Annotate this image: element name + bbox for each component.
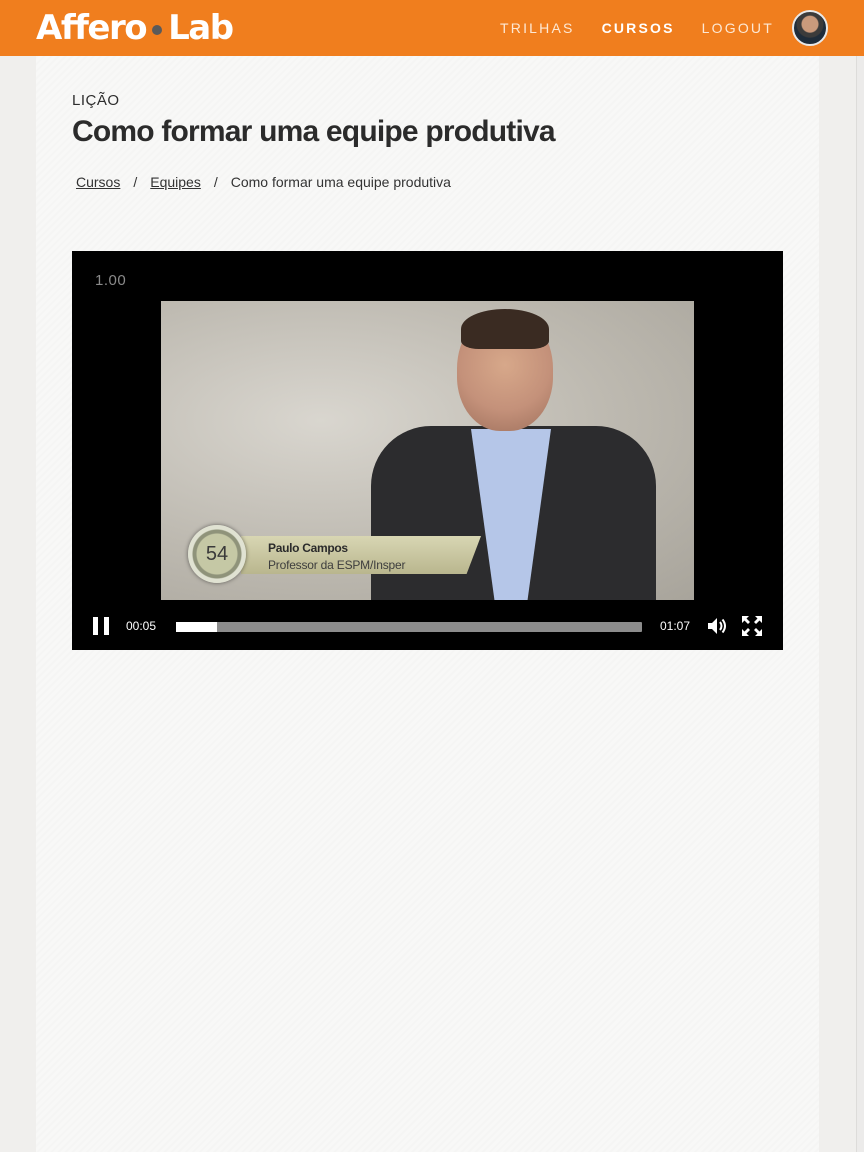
fullscreen-icon[interactable] bbox=[741, 615, 763, 637]
breadcrumb: Cursos / Equipes / Como formar uma equip… bbox=[76, 174, 451, 190]
page-title: Como formar uma equipe produtiva bbox=[72, 115, 556, 148]
video-player[interactable]: 1.00 54 Paulo Campos Professor da ESPM/I… bbox=[72, 251, 783, 650]
speaker-hair bbox=[461, 309, 549, 349]
breadcrumb-link-cursos[interactable]: Cursos bbox=[76, 174, 120, 190]
total-time: 01:07 bbox=[660, 619, 691, 633]
pause-icon[interactable] bbox=[93, 617, 109, 635]
user-avatar-icon[interactable] bbox=[792, 10, 828, 46]
logo-dot-icon bbox=[152, 25, 163, 35]
lesson-kicker: LIÇÃO bbox=[72, 92, 120, 109]
breadcrumb-current: Como formar uma equipe produtiva bbox=[230, 174, 451, 190]
lower-third-role: Professor da ESPM/Insper bbox=[268, 558, 406, 572]
volume-icon[interactable] bbox=[706, 615, 728, 637]
nav-link-cursos[interactable]: CURSOS bbox=[602, 20, 675, 36]
nav-link-trilhas[interactable]: TRILHAS bbox=[500, 20, 575, 36]
progress-fill bbox=[176, 622, 217, 632]
progress-bar[interactable] bbox=[176, 622, 642, 632]
breadcrumb-separator: / bbox=[133, 174, 138, 190]
player-controls: 00:05 01:07 bbox=[72, 611, 783, 641]
current-time: 00:05 bbox=[126, 619, 157, 633]
playback-rate-display[interactable]: 1.00 bbox=[95, 272, 126, 289]
nav-link-logout[interactable]: LOGOUT bbox=[702, 20, 774, 36]
lower-third-number-badge: 54 bbox=[188, 525, 246, 583]
breadcrumb-link-equipes[interactable]: Equipes bbox=[150, 174, 201, 190]
top-navbar: Affero Lab TRILHAS CURSOS LOGOUT bbox=[0, 0, 864, 56]
breadcrumb-separator: / bbox=[213, 174, 218, 190]
logo-text-affero: Affero bbox=[36, 8, 148, 48]
page-scrollbar[interactable] bbox=[856, 56, 864, 1152]
affero-lab-logo[interactable]: Affero Lab bbox=[36, 8, 234, 48]
content-card: LIÇÃO Como formar uma equipe produtiva C… bbox=[36, 56, 819, 1152]
logo-text-lab: Lab bbox=[168, 8, 234, 48]
lower-third-name: Paulo Campos bbox=[268, 541, 348, 555]
video-frame[interactable]: 54 Paulo Campos Professor da ESPM/Insper bbox=[161, 301, 694, 600]
main-nav: TRILHAS CURSOS LOGOUT bbox=[473, 0, 828, 56]
